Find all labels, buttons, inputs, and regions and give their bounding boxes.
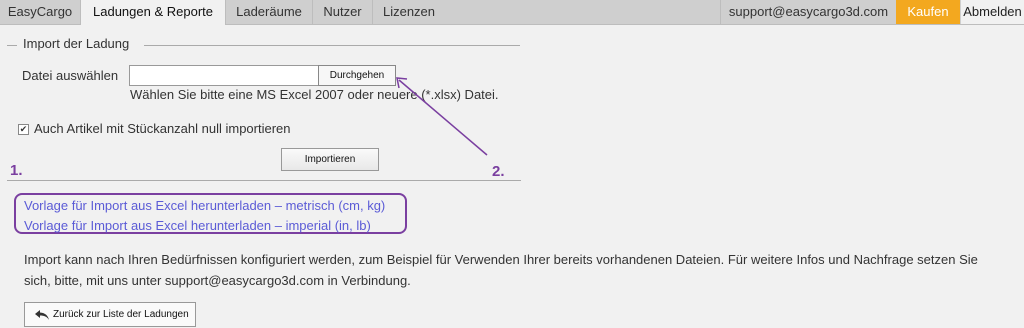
account-email[interactable]: support@easycargo3d.com (720, 0, 897, 24)
file-format-hint: Wählen Sie bitte eine MS Excel 2007 oder… (130, 87, 499, 102)
zero-quantity-label: Auch Artikel mit Stückanzahl null import… (34, 121, 291, 136)
section-divider (7, 180, 521, 181)
tab-easycargo[interactable]: EasyCargo (0, 0, 81, 24)
file-label: Datei auswählen (22, 68, 119, 83)
import-info-text: Import kann nach Ihren Bedürfnissen konf… (24, 252, 978, 288)
back-button-label: Zurück zur Liste der Ladungen (53, 309, 189, 320)
top-navigation: EasyCargo Ladungen & Reporte Laderäume N… (0, 0, 1024, 25)
import-button[interactable]: Importieren (281, 148, 379, 171)
template-link-imperial[interactable]: Vorlage für Import aus Excel herunterlad… (24, 218, 371, 233)
buy-button[interactable]: Kaufen (896, 0, 960, 24)
annotation-step-2: 2. (492, 163, 505, 180)
file-path-input[interactable] (129, 65, 321, 86)
tab-nutzer[interactable]: Nutzer (313, 0, 373, 24)
fieldset-border-left (7, 45, 17, 46)
back-arrow-icon (35, 310, 49, 320)
fieldset-border-right (144, 45, 520, 46)
zero-quantity-checkbox[interactable]: ✔ (18, 124, 29, 135)
import-legend: Import der Ladung (23, 36, 130, 51)
tab-laderaeume[interactable]: Laderäume (226, 0, 313, 24)
tab-lizenzen[interactable]: Lizenzen (373, 0, 445, 24)
logout-button[interactable]: Abmelden (961, 0, 1024, 24)
tab-ladungen-reporte[interactable]: Ladungen & Reporte (81, 0, 226, 25)
template-link-metric[interactable]: Vorlage für Import aus Excel herunterlad… (24, 198, 385, 213)
back-to-list-button[interactable]: Zurück zur Liste der Ladungen (24, 302, 196, 327)
annotation-step-1: 1. (10, 162, 23, 179)
browse-button[interactable]: Durchgehen (318, 65, 396, 86)
